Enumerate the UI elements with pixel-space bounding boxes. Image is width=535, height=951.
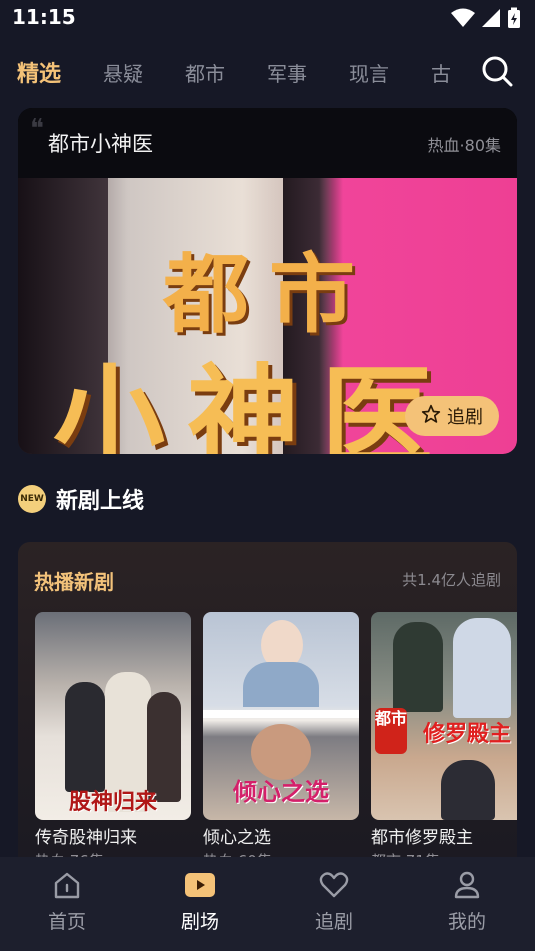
drama-name: 都市修罗殿主 (371, 828, 473, 848)
drama-poster[interactable]: 倾心之选 (203, 612, 359, 820)
tab-urban[interactable]: 都市 (185, 58, 225, 87)
hero-poster[interactable]: 都市 小神医 追剧 (18, 178, 517, 454)
bottom-nav: 首页 剧场 追剧 我的 (0, 857, 535, 951)
drama-item[interactable]: 倾心之选 倾心之选 热血·60集 (203, 612, 359, 871)
play-icon (155, 869, 245, 901)
drama-poster[interactable]: 股神归来 (35, 612, 191, 820)
tab-military[interactable]: 军事 (267, 58, 307, 87)
poster-tear (203, 710, 359, 718)
drama-name: 传奇股神归来 (35, 828, 137, 848)
poster-figure (441, 760, 495, 820)
hero-header: ❝ 都市小神医 热血·80集 (18, 108, 517, 178)
drama-item[interactable]: 股神归来 传奇股神归来 热血·76集 (35, 612, 191, 871)
heart-icon (289, 869, 379, 901)
nav-profile[interactable]: 我的 (422, 869, 512, 934)
wifi-icon (451, 8, 475, 32)
hero-poster-title-line2: 小神医 (53, 353, 455, 454)
poster-figure (453, 618, 511, 718)
tab-ancient[interactable]: 古 (431, 58, 451, 87)
quote-icon: ❝ (30, 114, 44, 144)
nav-home-label: 首页 (47, 911, 86, 933)
nav-theater-label: 剧场 (180, 911, 219, 933)
status-bar: 11:15 (0, 0, 535, 38)
new-section-header: NEW 新剧上线 (18, 482, 144, 516)
new-badge: NEW (18, 485, 46, 513)
star-icon (421, 404, 441, 429)
hero-title: 都市小神医 (48, 132, 153, 156)
user-icon (422, 869, 512, 901)
search-icon[interactable] (481, 55, 513, 87)
poster-figure (243, 662, 319, 707)
drama-poster[interactable]: 都市 修罗殿主 (371, 612, 517, 820)
poster-title: 倾心之选 (233, 777, 329, 806)
tab-featured[interactable]: 精选 (17, 56, 61, 88)
drama-name: 倾心之选 (203, 828, 271, 848)
section-title: 新剧上线 (56, 489, 145, 514)
hot-card-count: 共1.4亿人追剧 (402, 571, 501, 589)
drama-item[interactable]: 都市 修罗殿主 都市修罗殿主 都市·71集 (371, 612, 517, 871)
hot-dramas-card: 热播新剧 共1.4亿人追剧 股神归来 传奇股神归来 热血·76集 倾心之选 倾心… (18, 542, 517, 872)
category-tabs: 精选 悬疑 都市 军事 现言 古 (0, 52, 470, 92)
poster-figure (393, 622, 443, 712)
follow-button[interactable]: 追剧 (405, 396, 499, 436)
follow-label: 追剧 (447, 407, 483, 428)
nav-follow-label: 追剧 (314, 911, 353, 933)
poster-title: 修罗殿主 (422, 721, 511, 747)
status-time: 11:15 (12, 5, 76, 29)
tab-suspense[interactable]: 悬疑 (103, 58, 143, 87)
home-icon (22, 869, 112, 901)
nav-follow[interactable]: 追剧 (289, 869, 379, 934)
signal-icon (481, 8, 501, 32)
hero-banner[interactable]: ❝ 都市小神医 热血·80集 都市 小神医 追剧 (18, 108, 517, 454)
poster-title: 股神归来 (68, 789, 157, 815)
poster-figure (65, 682, 105, 792)
nav-profile-label: 我的 (447, 911, 486, 933)
hot-card-title: 热播新剧 (34, 570, 114, 594)
battery-icon (507, 7, 521, 33)
status-icons (451, 7, 521, 33)
nav-home[interactable]: 首页 (22, 869, 112, 934)
nav-theater[interactable]: 剧场 (155, 869, 245, 934)
tab-romance[interactable]: 现言 (349, 58, 389, 87)
hero-meta: 热血·80集 (427, 136, 501, 155)
